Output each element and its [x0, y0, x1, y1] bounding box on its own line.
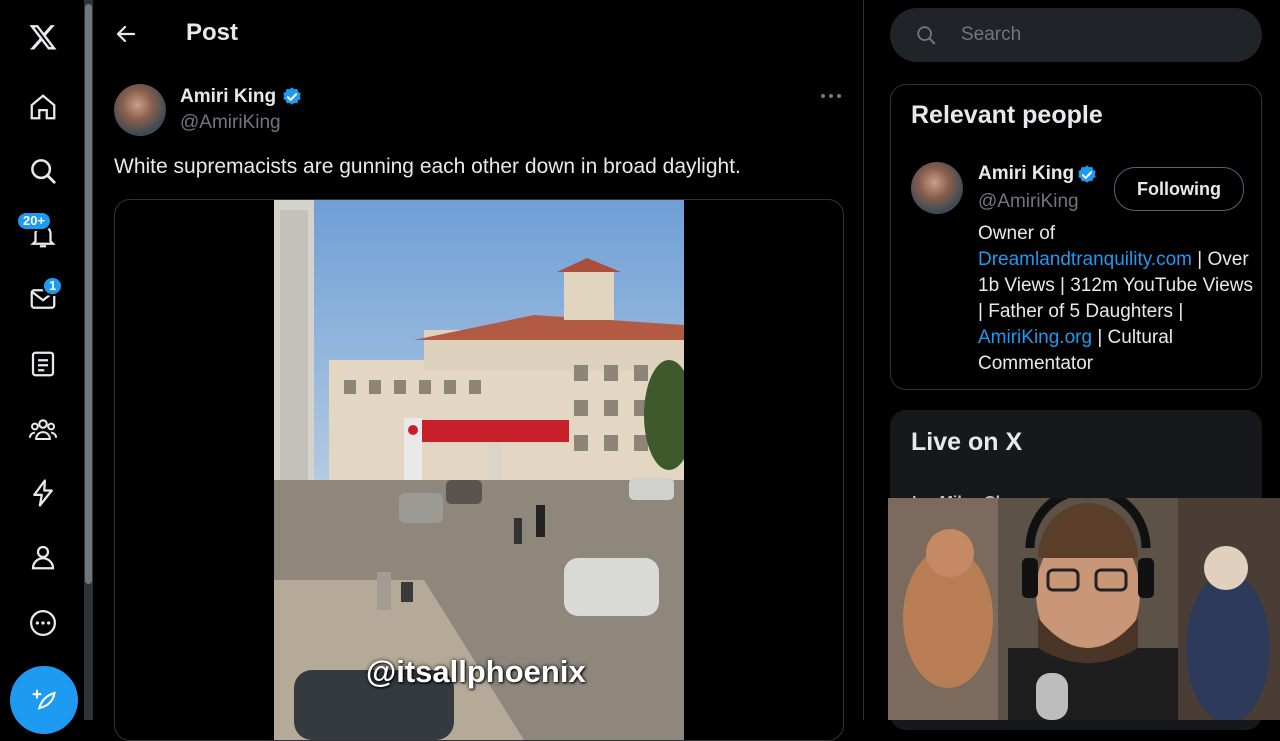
relevant-person-bio: Owner of Dreamlandtranquility.com | Over…: [978, 221, 1253, 377]
bio-link-website[interactable]: AmiriKing.org: [978, 327, 1092, 348]
video-watermark: @itsallphoenix: [366, 654, 586, 689]
bio-link-website[interactable]: Dreamlandtranquility.com: [978, 249, 1192, 270]
post-text: White supremacists are gunning each othe…: [114, 155, 741, 178]
author-avatar[interactable]: [114, 84, 166, 136]
messages-icon[interactable]: 1: [16, 272, 70, 326]
relevant-people-card: Relevant people Amiri King @AmiriKing Fo…: [890, 84, 1262, 390]
home-icon[interactable]: [16, 80, 70, 134]
left-nav: 20+ 1: [0, 0, 88, 734]
x-logo-icon[interactable]: [16, 10, 70, 64]
post-more-icon[interactable]: [816, 84, 846, 108]
compose-post-button[interactable]: [10, 666, 78, 734]
search-icon: [917, 26, 936, 45]
video-player[interactable]: @itsallphoenix: [274, 200, 684, 740]
author-name[interactable]: Amiri King: [180, 86, 276, 108]
profile-icon[interactable]: [16, 530, 70, 584]
back-arrow-icon[interactable]: [108, 16, 144, 52]
relevant-person-avatar[interactable]: [911, 162, 963, 214]
messages-badge: 1: [42, 276, 64, 296]
bio-text: Owner of: [978, 223, 1056, 244]
webcam-image: [888, 498, 1280, 720]
feather-plus-icon: [32, 689, 56, 710]
page-title: Post: [186, 19, 239, 46]
explore-icon[interactable]: [16, 144, 70, 198]
premium-icon[interactable]: [16, 466, 70, 520]
verified-badge-icon: [1078, 165, 1096, 183]
search-input[interactable]: [959, 23, 1223, 47]
search-box[interactable]: [890, 8, 1262, 62]
verified-badge-icon: [283, 87, 301, 105]
more-icon[interactable]: [16, 596, 70, 650]
post-detail-column: Post Amiri King @AmiriKing White suprema…: [94, 0, 864, 741]
notifications-icon[interactable]: 20+: [16, 208, 70, 262]
relevant-person-name[interactable]: Amiri King: [978, 163, 1074, 185]
post-media[interactable]: @itsallphoenix: [114, 199, 844, 741]
live-on-x-title: Live on X: [911, 428, 1023, 456]
author-handle[interactable]: @AmiriKing: [180, 112, 281, 134]
following-button[interactable]: Following: [1114, 167, 1244, 211]
relevant-person-handle[interactable]: @AmiriKing: [978, 191, 1079, 213]
lists-icon[interactable]: [16, 337, 70, 391]
relevant-people-title: Relevant people: [911, 101, 1103, 129]
scrollbar-thumb[interactable]: [85, 4, 92, 584]
notifications-badge: 20+: [16, 211, 53, 231]
communities-icon[interactable]: [16, 402, 70, 456]
streamer-webcam-overlay: [888, 498, 1280, 720]
